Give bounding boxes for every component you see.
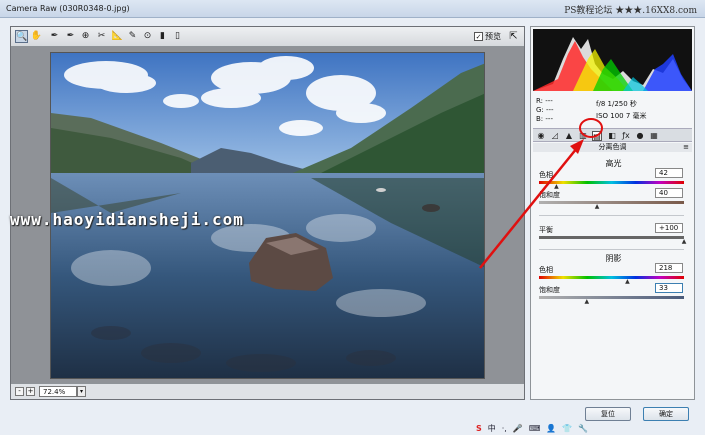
balance-field[interactable]: +100 <box>655 223 683 233</box>
section-header: 分离色调 ≡ <box>533 143 692 152</box>
tool-bar: 🔍 ✋ ✒ ✒ ⊕ ✂ 📐 ✎ ⊙ ▮ ▯ ✓ 预览 ⇱ <box>11 27 524 47</box>
ime-user-icon[interactable]: 👤 <box>546 424 556 433</box>
zoom-tool-icon[interactable]: 🔍 <box>15 30 28 43</box>
aperture-shutter: f/8 1/250 秒 <box>596 100 637 108</box>
panel-menu-icon[interactable]: ≡ <box>683 143 689 152</box>
ime-mode-toggle[interactable]: 中 <box>488 423 496 434</box>
ime-logo-icon[interactable]: S <box>476 424 482 433</box>
balance-slider[interactable] <box>539 236 684 239</box>
white-balance-tool-icon[interactable]: ✒ <box>48 30 61 43</box>
exif-info: R: --- G: --- B: --- f/8 1/250 秒 ISO 100… <box>536 97 692 127</box>
zoom-in-button[interactable]: + <box>26 387 35 396</box>
adjustment-panel: R: --- G: --- B: --- f/8 1/250 秒 ISO 100… <box>530 26 695 400</box>
highlights-saturation-field[interactable]: 40 <box>655 188 683 198</box>
site-watermark: www.haoyidiansheji.com <box>10 210 244 229</box>
red-readout: R: --- <box>536 97 553 105</box>
reset-button[interactable]: 复位 <box>585 407 631 421</box>
histogram <box>533 29 692 91</box>
tab-detail-icon[interactable]: ▲ <box>564 131 574 141</box>
ime-punctuation-icon[interactable]: ·, <box>502 424 507 433</box>
zoom-level-field[interactable]: 72.4% <box>39 386 77 397</box>
tab-lens-icon[interactable]: ◧ <box>607 131 617 141</box>
shadows-hue-slider[interactable] <box>539 276 684 279</box>
highlights-saturation-slider[interactable] <box>539 201 684 204</box>
tab-basic-icon[interactable]: ◉ <box>536 131 546 141</box>
zoom-out-button[interactable]: - <box>15 387 24 396</box>
iso-focal: ISO 100 7 毫米 <box>596 112 647 120</box>
ime-tray: S 中 ·, 🎤 ⌨ 👤 👕 🔧 <box>472 421 705 435</box>
spot-removal-icon[interactable]: ✎ <box>126 30 139 43</box>
title-bar: Camera Raw (030R0348-0.jpg) PS教程论坛 ★★★.1… <box>0 0 705 18</box>
tab-effects-icon[interactable]: ƒx <box>621 131 631 141</box>
section-title: 分离色调 <box>598 143 627 151</box>
shadows-saturation-label: 饱和度 <box>539 286 560 294</box>
tab-split-toning-icon[interactable]: ▤ <box>592 131 602 141</box>
highlights-saturation-thumb[interactable]: ▲ <box>594 204 601 210</box>
graduated-filter-icon[interactable]: ▯ <box>171 30 184 43</box>
tab-hsl-icon[interactable]: ▥ <box>578 131 588 141</box>
green-readout: G: --- <box>536 106 554 114</box>
balance-label: 平衡 <box>539 226 553 234</box>
shadows-saturation-slider[interactable] <box>539 296 684 299</box>
ime-voice-icon[interactable]: 🎤 <box>513 424 523 433</box>
highlights-saturation-label: 饱和度 <box>539 191 560 199</box>
red-eye-icon[interactable]: ⊙ <box>141 30 154 43</box>
shadows-saturation-field[interactable]: 33 <box>655 283 683 293</box>
hand-tool-icon[interactable]: ✋ <box>30 30 43 43</box>
preview-checkbox-group[interactable]: ✓ 预览 <box>474 31 501 42</box>
ime-keyboard-icon[interactable]: ⌨ <box>529 424 541 433</box>
panel-tabs: ◉ ◿ ▲ ▥ ▤ ◧ ƒx ● ▦ <box>533 128 692 142</box>
blue-readout: B: --- <box>536 115 553 123</box>
adjustment-brush-icon[interactable]: ▮ <box>156 30 169 43</box>
highlights-hue-thumb[interactable]: ▲ <box>553 184 560 190</box>
ime-tools-icon[interactable]: 🔧 <box>578 424 588 433</box>
shadows-hue-thumb[interactable]: ▲ <box>624 279 631 285</box>
tab-camera-calibration-icon[interactable]: ● <box>635 131 645 141</box>
shadows-hue-field[interactable]: 218 <box>655 263 683 273</box>
ime-skin-icon[interactable]: 👕 <box>562 424 572 433</box>
highlights-hue-label: 色相 <box>539 171 553 179</box>
straighten-tool-icon[interactable]: 📐 <box>111 30 124 43</box>
highlights-hue-field[interactable]: 42 <box>655 168 683 178</box>
fullscreen-icon[interactable]: ⇱ <box>507 30 520 43</box>
forum-watermark: PS教程论坛 ★★★.16XX8.com <box>564 6 697 16</box>
tab-tone-curve-icon[interactable]: ◿ <box>550 131 560 141</box>
crop-tool-icon[interactable]: ✂ <box>95 30 108 43</box>
target-adjust-icon[interactable]: ⊕ <box>79 30 92 43</box>
zoom-bar: - + 72.4% ▾ <box>11 383 524 399</box>
highlights-hue-slider[interactable] <box>539 181 684 184</box>
ok-button[interactable]: 确定 <box>643 407 689 421</box>
zoom-dropdown-icon[interactable]: ▾ <box>77 386 86 397</box>
tab-presets-icon[interactable]: ▦ <box>649 131 659 141</box>
balance-thumb[interactable]: ▲ <box>681 239 688 245</box>
preview-checkbox[interactable]: ✓ <box>474 32 483 41</box>
preview-label: 预览 <box>485 32 501 41</box>
window-title: Camera Raw (030R0348-0.jpg) <box>6 4 130 13</box>
shadows-hue-label: 色相 <box>539 266 553 274</box>
color-sampler-icon[interactable]: ✒ <box>64 30 77 43</box>
shadows-saturation-thumb[interactable]: ▲ <box>583 299 590 305</box>
divider <box>539 215 684 216</box>
divider <box>539 249 684 250</box>
